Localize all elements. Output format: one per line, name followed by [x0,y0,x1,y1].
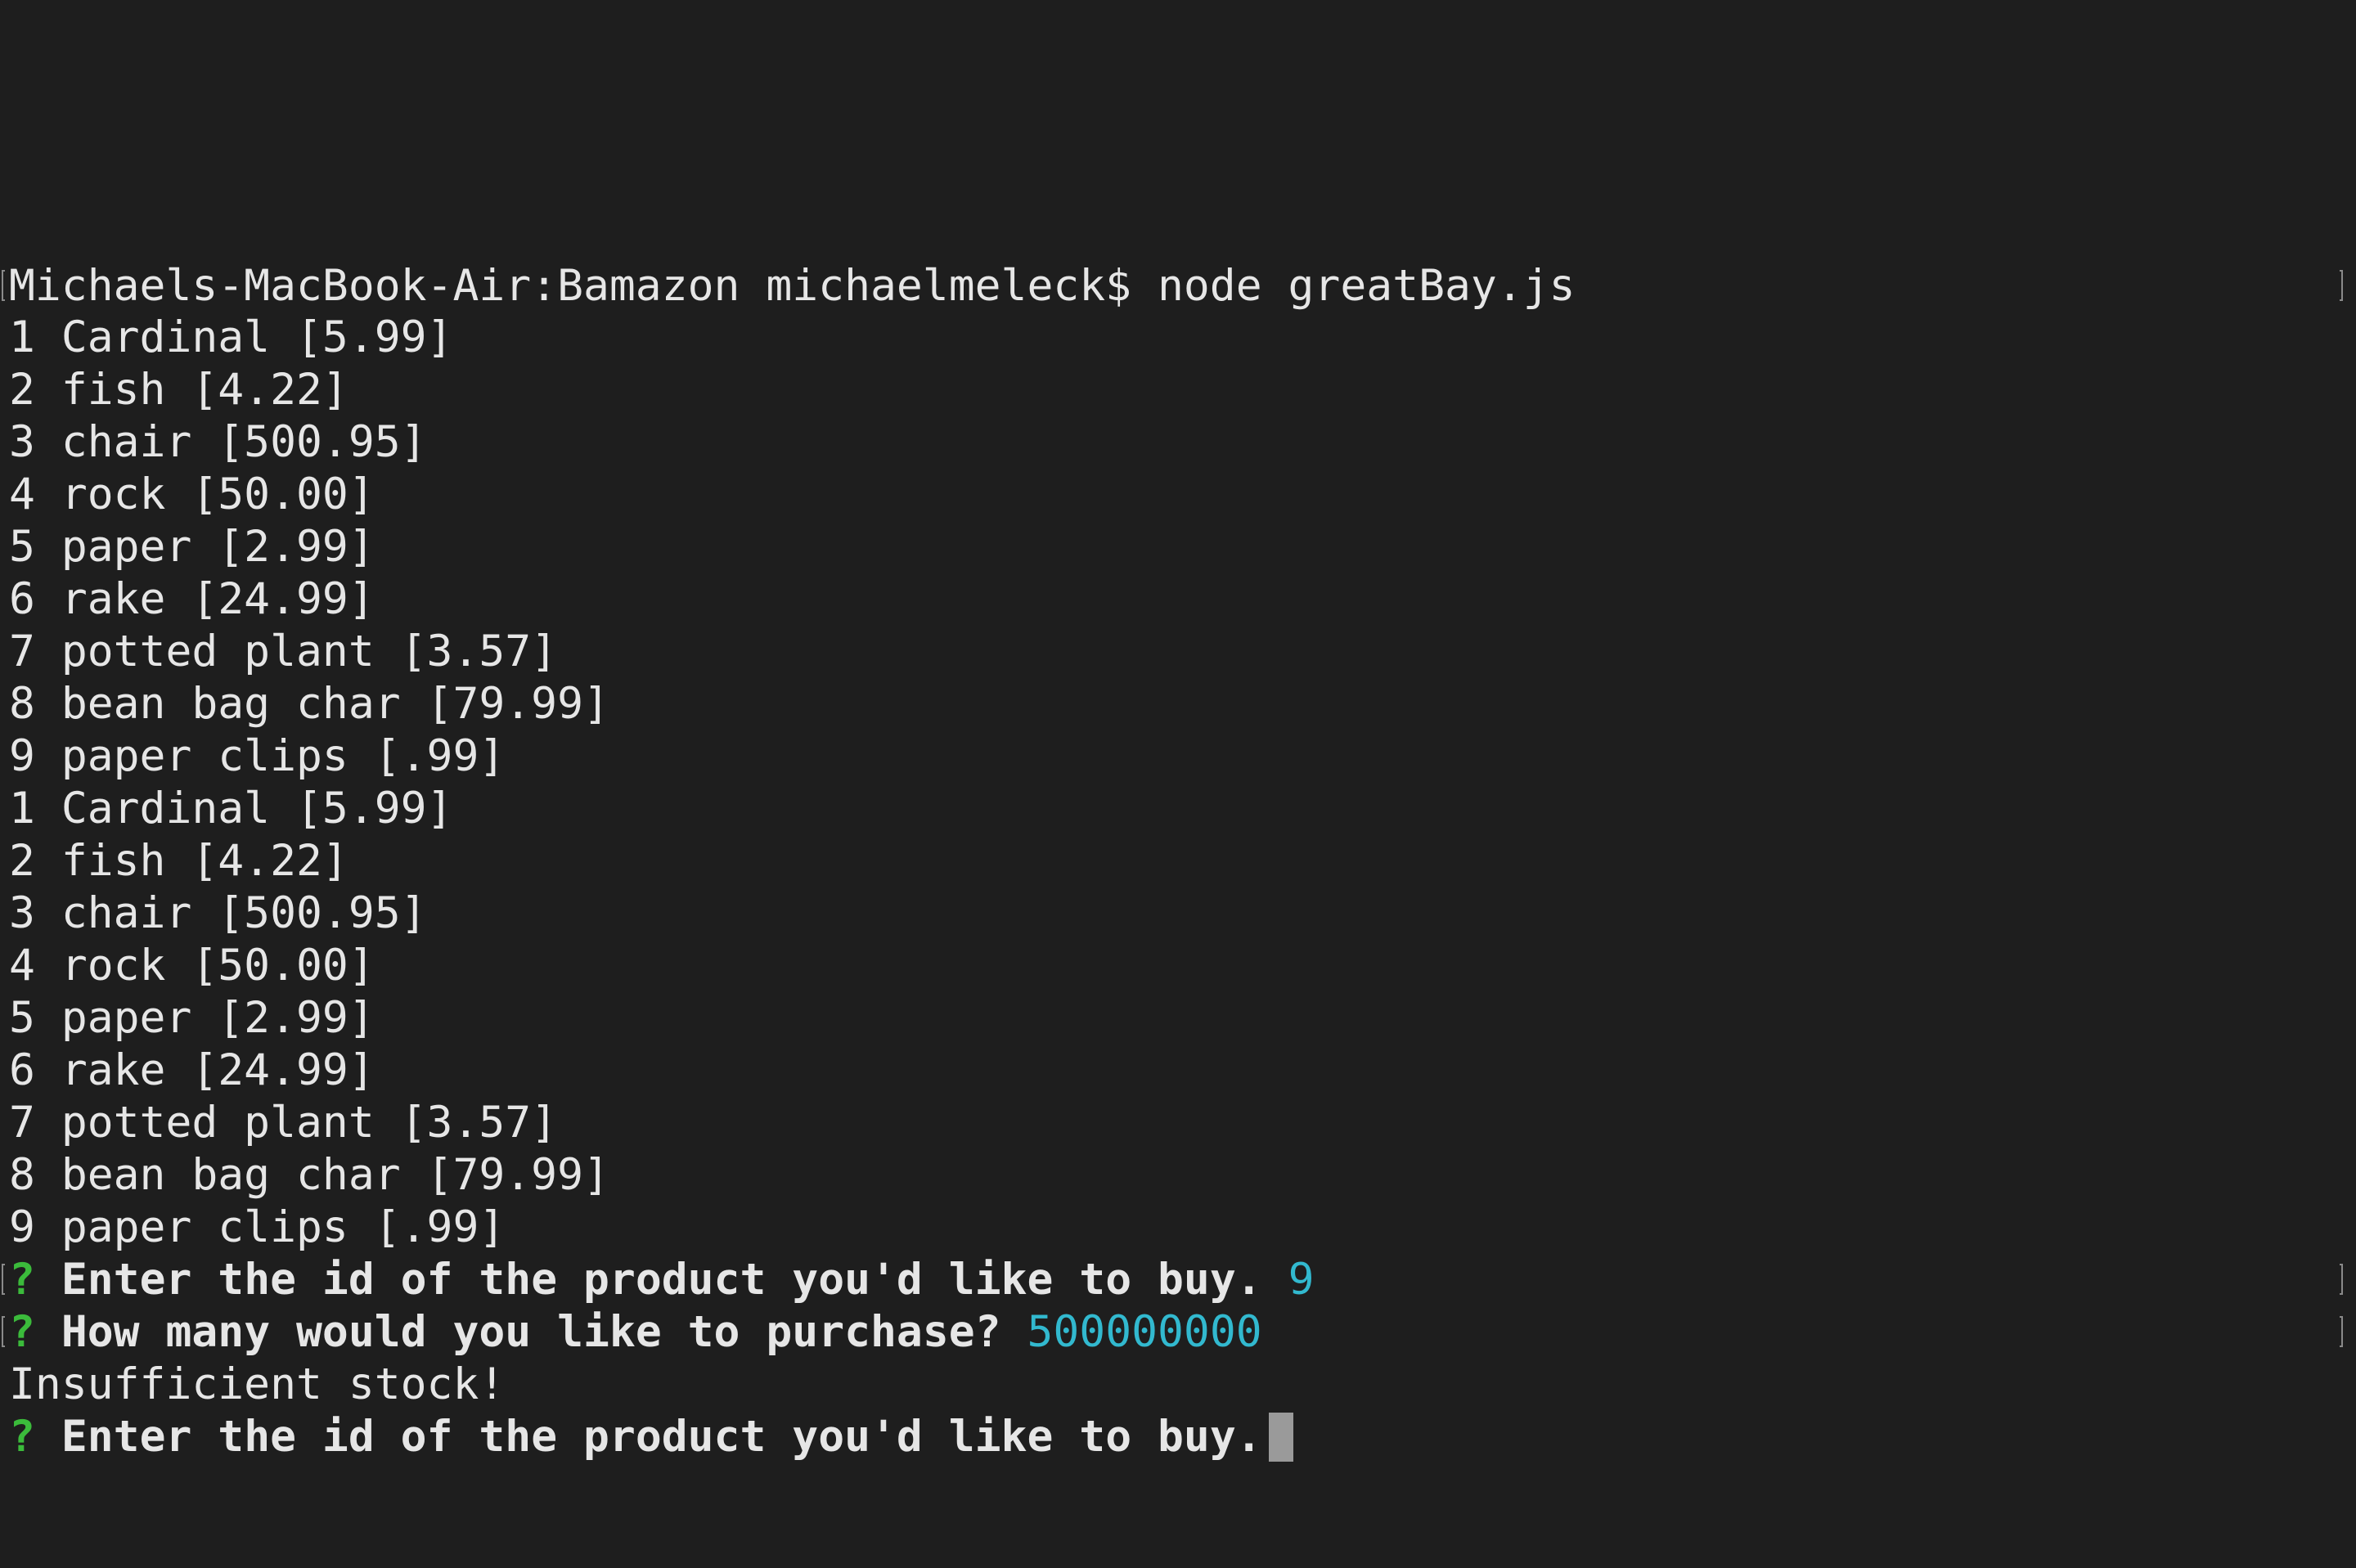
list-item: 9 paper clips [.99] [0,730,2356,783]
message-text: Insufficient stock! [9,1359,506,1409]
list-item-text: 6 rake [24.99] [9,1045,375,1095]
list-item: 5 paper [2.99] [0,992,2356,1045]
list-item: 4 rock [50.00] [0,469,2356,521]
list-item-text: 5 paper [2.99] [9,993,375,1043]
list-item-text: 8 bean bag char [79.99] [9,1150,609,1200]
line-mark-left [2,1264,5,1295]
prompt-marker: ? [9,1307,35,1357]
list-item: 2 fish [4.22] [0,364,2356,416]
list-item: 1 Cardinal [5.99] [0,312,2356,364]
line-mark-left [2,1316,5,1347]
line-mark-right [2340,270,2343,301]
prompt-answer: 500000000 [1027,1307,1262,1357]
prompt-marker: ? [9,1255,35,1305]
prompt-line-quantity: ? How many would you like to purchase? 5… [0,1306,2356,1359]
list-item: 3 chair [500.95] [0,416,2356,469]
prompt-question: Enter the id of the product you'd like t… [61,1412,1262,1462]
line-mark-right [2340,1316,2343,1347]
list-item-text: 6 rake [24.99] [9,574,375,624]
list-item-text: 5 paper [2.99] [9,522,375,572]
list-item: 2 fish [4.22] [0,835,2356,887]
command-line: Michaels-MacBook-Air:Bamazon michaelmele… [0,260,2356,312]
list-item: 6 rake [24.99] [0,573,2356,626]
list-item-text: 3 chair [500.95] [9,888,427,938]
list-item: 3 chair [500.95] [0,887,2356,940]
list-item: 1 Cardinal [5.99] [0,783,2356,835]
list-item: 8 bean bag char [79.99] [0,678,2356,730]
prompt-question: Enter the id of the product you'd like t… [61,1255,1262,1305]
list-item-text: 1 Cardinal [5.99] [9,312,453,362]
list-item: 5 paper [2.99] [0,521,2356,573]
text-cursor[interactable] [1268,1413,1293,1462]
command-text: Michaels-MacBook-Air:Bamazon michaelmele… [9,261,1576,311]
list-item-text: 3 chair [500.95] [9,417,427,467]
terminal-window[interactable]: Michaels-MacBook-Air:Bamazon michaelmele… [0,0,2356,1472]
list-item-text: 9 paper clips [.99] [9,1202,506,1252]
list-item: 7 potted plant [3.57] [0,1097,2356,1149]
prompt-marker: ? [9,1412,35,1462]
list-item-text: 1 Cardinal [5.99] [9,784,453,833]
list-item-text: 7 potted plant [3.57] [9,1098,558,1148]
list-item: 7 potted plant [3.57] [0,626,2356,678]
prompt-line-id: ? Enter the id of the product you'd like… [0,1254,2356,1306]
status-message: Insufficient stock! [0,1359,2356,1411]
line-mark-right [2340,1264,2343,1295]
active-prompt-line[interactable]: ? Enter the id of the product you'd like… [0,1411,2356,1463]
line-mark-left [2,270,5,301]
list-item-text: 7 potted plant [3.57] [9,627,558,676]
list-item: 8 bean bag char [79.99] [0,1149,2356,1202]
prompt-answer: 9 [1288,1255,1315,1305]
list-item: 9 paper clips [.99] [0,1202,2356,1254]
prompt-question: How many would you like to purchase? [61,1307,1001,1357]
list-item-text: 4 rock [50.00] [9,470,375,519]
list-item: 4 rock [50.00] [0,940,2356,992]
list-item-text: 2 fish [4.22] [9,365,348,415]
list-item-text: 4 rock [50.00] [9,941,375,991]
list-item: 6 rake [24.99] [0,1045,2356,1097]
list-item-text: 8 bean bag char [79.99] [9,679,609,729]
list-item-text: 2 fish [4.22] [9,836,348,886]
list-item-text: 9 paper clips [.99] [9,731,506,781]
